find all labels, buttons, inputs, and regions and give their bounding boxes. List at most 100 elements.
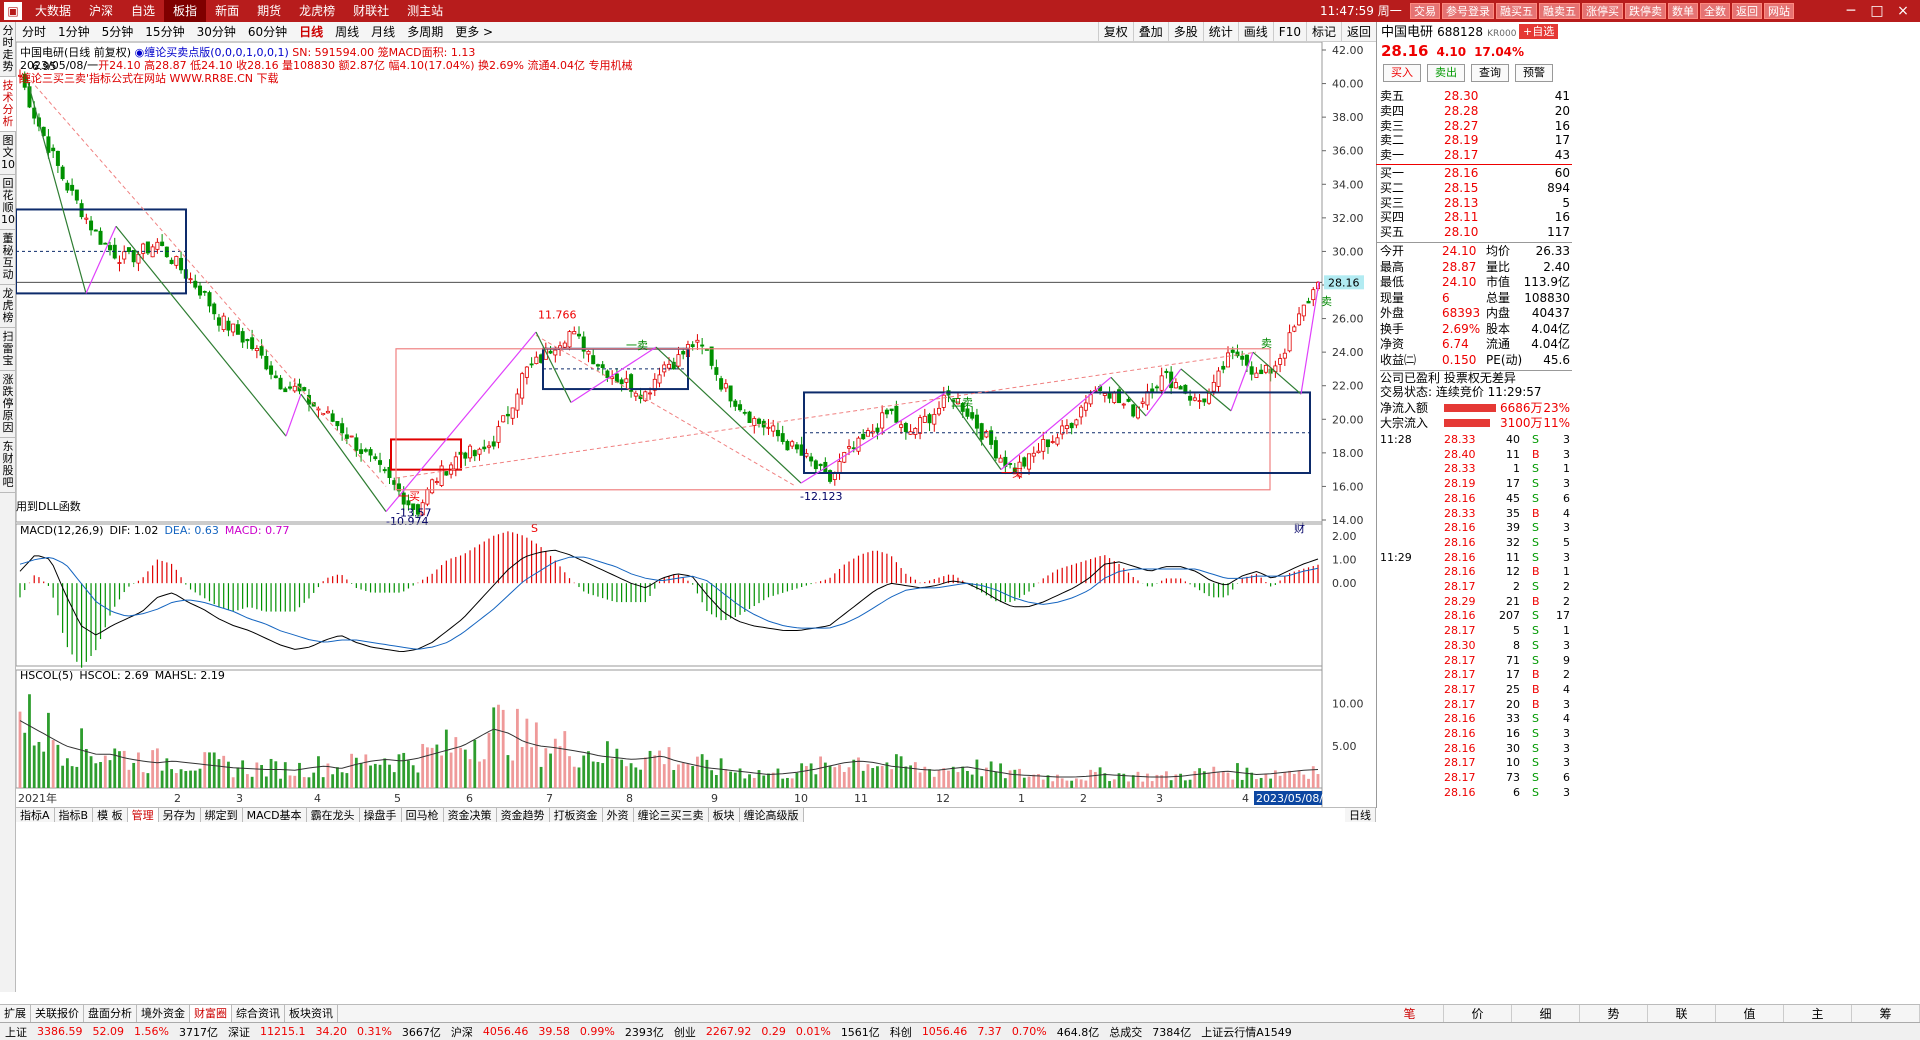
- top-tool-5[interactable]: 跌停卖: [1625, 3, 1666, 19]
- indicator-tab-0[interactable]: 指标A: [16, 808, 55, 822]
- indicator-tab-13[interactable]: 外资: [602, 808, 634, 822]
- maximize-icon[interactable]: □: [1864, 0, 1890, 22]
- top-tool-1[interactable]: 参号登录: [1442, 3, 1494, 19]
- index-name[interactable]: 创业: [669, 1024, 701, 1040]
- query-button[interactable]: 查询: [1471, 64, 1509, 82]
- quote-tab-7[interactable]: 筹: [1852, 1005, 1920, 1022]
- left-tab-5[interactable]: 龙虎榜: [0, 285, 16, 328]
- ext-tab-4[interactable]: 财富圈: [190, 1004, 232, 1023]
- alert-button[interactable]: 预警: [1515, 64, 1553, 82]
- period-5[interactable]: 60分钟: [242, 22, 293, 42]
- indicator-tab-2[interactable]: 模 板: [93, 808, 128, 822]
- indicator-tab-3[interactable]: 管理: [127, 808, 159, 822]
- index-name[interactable]: 科创: [885, 1024, 917, 1040]
- top-menu-8[interactable]: 测主站: [398, 0, 452, 22]
- app-logo[interactable]: ▣: [4, 2, 22, 20]
- period-8[interactable]: 月线: [365, 22, 401, 42]
- ask-row[interactable]: 卖一 28.17 43: [1380, 148, 1572, 162]
- ext-tab-6[interactable]: 板块资讯: [285, 1004, 338, 1023]
- top-tool-0[interactable]: 交易: [1410, 3, 1440, 19]
- top-menu-1[interactable]: 沪深: [80, 0, 122, 22]
- quote-tab-4[interactable]: 联: [1648, 1005, 1716, 1022]
- left-tab-1[interactable]: 技术分析: [0, 77, 16, 132]
- quote-tab-2[interactable]: 细: [1512, 1005, 1580, 1022]
- top-menu-7[interactable]: 财联社: [344, 0, 398, 22]
- bid-row[interactable]: 买五 28.10 117: [1380, 225, 1572, 239]
- indicator-tab-6[interactable]: MACD基本: [242, 808, 307, 822]
- top-menu-5[interactable]: 期货: [248, 0, 290, 22]
- indicator-tab-10[interactable]: 资金决策: [443, 808, 497, 822]
- left-tab-0[interactable]: 分时走势: [0, 22, 16, 77]
- chart-tool-5[interactable]: F10: [1272, 22, 1306, 42]
- left-tab-7[interactable]: 涨跌停原因: [0, 371, 16, 438]
- chart-tool-6[interactable]: 标记: [1305, 22, 1341, 42]
- period-3[interactable]: 15分钟: [139, 22, 190, 42]
- period-daily-tab[interactable]: 日线: [1345, 808, 1376, 822]
- ask-row[interactable]: 卖二 28.19 17: [1380, 133, 1572, 147]
- indicator-tab-15[interactable]: 板块: [708, 808, 740, 822]
- chart-tool-0[interactable]: 复权: [1097, 22, 1133, 42]
- buy-button[interactable]: 买入: [1383, 64, 1421, 82]
- period-9[interactable]: 多周期: [401, 22, 449, 42]
- indicator-tab-4[interactable]: 另存为: [158, 808, 201, 822]
- ext-tab-2[interactable]: 盘面分析: [84, 1004, 137, 1023]
- indicator-tab-11[interactable]: 资金趋势: [496, 808, 550, 822]
- top-menu-0[interactable]: 大数据: [26, 0, 80, 22]
- indicator-tab-9[interactable]: 回马枪: [401, 808, 444, 822]
- index-name[interactable]: 沪深: [446, 1024, 478, 1040]
- bid-row[interactable]: 买三 28.13 5: [1380, 196, 1572, 210]
- quote-tab-0[interactable]: 笔: [1376, 1005, 1444, 1022]
- ask-row[interactable]: 卖三 28.27 16: [1380, 119, 1572, 133]
- bid-row[interactable]: 买四 28.11 16: [1380, 210, 1572, 224]
- indicator-tab-1[interactable]: 指标B: [54, 808, 94, 822]
- period-4[interactable]: 30分钟: [191, 22, 242, 42]
- ask-row[interactable]: 卖五 28.30 41: [1380, 89, 1572, 103]
- indicator-tab-5[interactable]: 绑定到: [200, 808, 243, 822]
- ext-tab-1[interactable]: 关联报价: [31, 1004, 84, 1023]
- top-tool-9[interactable]: 网站: [1764, 3, 1794, 19]
- add-favorite-button[interactable]: +自选: [1519, 24, 1559, 39]
- bid-row[interactable]: 买二 28.15 894: [1380, 181, 1572, 195]
- top-tool-4[interactable]: 涨停买: [1582, 3, 1623, 19]
- minimize-icon[interactable]: ─: [1838, 0, 1864, 22]
- indicator-tab-12[interactable]: 打板资金: [549, 808, 603, 822]
- left-tab-2[interactable]: 图文10: [0, 132, 16, 175]
- indicator-tab-16[interactable]: 缠论高级版: [739, 808, 804, 822]
- chart-tool-7[interactable]: 返回: [1340, 22, 1376, 42]
- left-tab-4[interactable]: 董秘互动: [0, 230, 16, 285]
- kline-chart[interactable]: 42.0040.0038.0036.0034.0032.0030.0028.00…: [16, 42, 1376, 807]
- top-tool-3[interactable]: 融卖五: [1539, 3, 1580, 19]
- period-0[interactable]: 分时: [16, 22, 52, 42]
- top-tool-2[interactable]: 融买五: [1496, 3, 1537, 19]
- chart-tool-2[interactable]: 多股: [1167, 22, 1203, 42]
- ext-tab-0[interactable]: 扩展: [0, 1004, 31, 1023]
- period-6[interactable]: 日线: [293, 22, 329, 42]
- top-menu-4[interactable]: 新面: [206, 0, 248, 22]
- quote-tab-6[interactable]: 主: [1784, 1005, 1852, 1022]
- top-tool-6[interactable]: 数单: [1668, 3, 1698, 19]
- left-tab-8[interactable]: 东财股吧: [0, 438, 16, 493]
- index-name[interactable]: 深证: [223, 1024, 255, 1040]
- top-menu-3[interactable]: 板指: [164, 0, 207, 22]
- bid-row[interactable]: 买一 28.16 60: [1380, 166, 1572, 180]
- chart-tool-1[interactable]: 叠加: [1132, 22, 1168, 42]
- top-menu-2[interactable]: 自选: [122, 0, 164, 22]
- ext-tab-3[interactable]: 境外资金: [137, 1004, 190, 1023]
- sell-button[interactable]: 卖出: [1427, 64, 1465, 82]
- ext-tab-5[interactable]: 综合资讯: [232, 1004, 285, 1023]
- chart-tool-4[interactable]: 画线: [1237, 22, 1273, 42]
- period-1[interactable]: 1分钟: [52, 22, 96, 42]
- left-tab-6[interactable]: 扫雷宝: [0, 328, 16, 371]
- ask-row[interactable]: 卖四 28.28 20: [1380, 104, 1572, 118]
- indicator-tab-8[interactable]: 操盘手: [359, 808, 402, 822]
- top-menu-6[interactable]: 龙虎榜: [290, 0, 344, 22]
- quote-tab-5[interactable]: 值: [1716, 1005, 1784, 1022]
- chart-tool-3[interactable]: 统计: [1202, 22, 1238, 42]
- indicator-tab-7[interactable]: 霸在龙头: [306, 808, 360, 822]
- period-2[interactable]: 5分钟: [96, 22, 140, 42]
- close-icon[interactable]: ×: [1890, 0, 1916, 22]
- period-10[interactable]: 更多 >: [449, 22, 499, 42]
- indicator-tab-14[interactable]: 缠论三买三卖: [633, 808, 709, 822]
- indicator-name[interactable]: ◉缠论买卖点版(0,0,0,1,0,0,1): [135, 46, 289, 59]
- index-name[interactable]: 上证: [0, 1024, 32, 1040]
